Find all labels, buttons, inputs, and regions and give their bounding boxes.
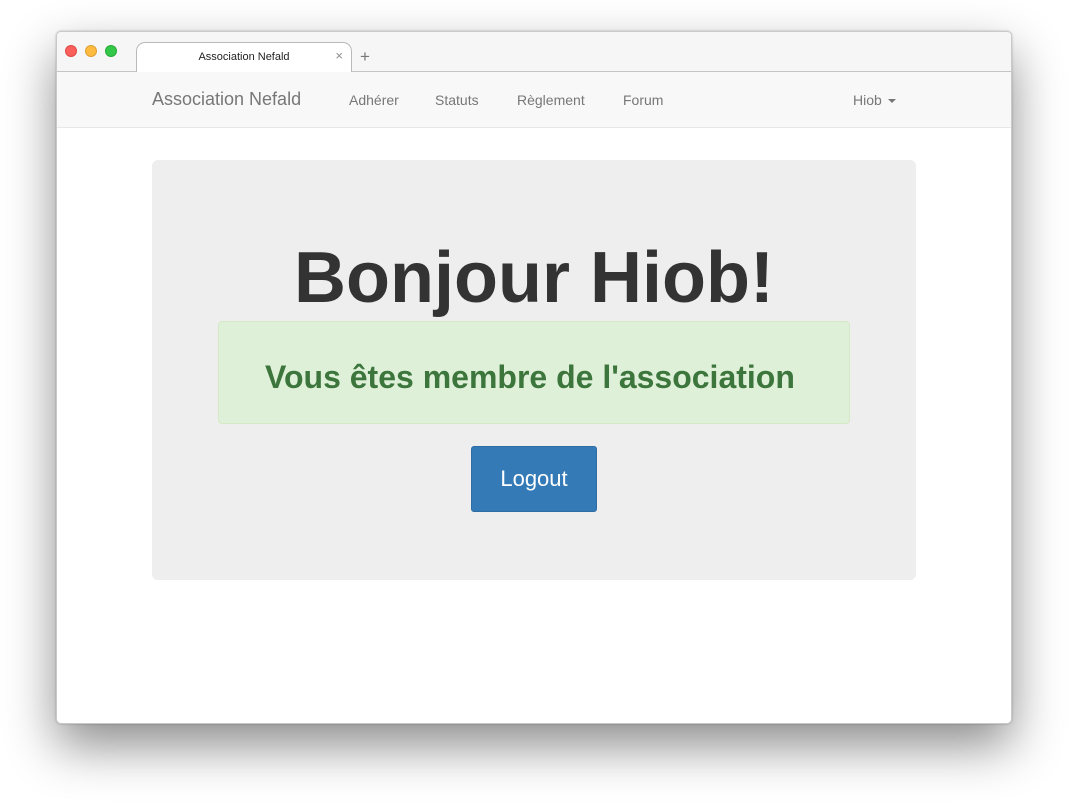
- nav-link-forum[interactable]: Forum: [623, 92, 663, 108]
- membership-alert: Vous êtes membre de l'association: [218, 321, 850, 424]
- close-window-button[interactable]: [65, 45, 77, 57]
- maximize-window-button[interactable]: [105, 45, 117, 57]
- jumbotron: Bonjour Hiob! Vous êtes membre de l'asso…: [152, 160, 916, 580]
- browser-tab[interactable]: Association Nefald ×: [136, 42, 352, 73]
- caret-down-icon: [887, 99, 896, 104]
- user-menu-dropdown[interactable]: Hiob: [853, 92, 896, 108]
- minimize-window-button[interactable]: [85, 45, 97, 57]
- nav-link-adherer[interactable]: Adhérer: [349, 92, 399, 108]
- user-menu-label: Hiob: [853, 92, 882, 108]
- navbar: Association Nefald Adhérer Statuts Règle…: [57, 72, 1011, 128]
- navbar-brand[interactable]: Association Nefald: [152, 89, 301, 110]
- logout-button[interactable]: Logout: [471, 446, 597, 512]
- tab-title: Association Nefald: [198, 51, 290, 63]
- tab-close-icon[interactable]: ×: [335, 48, 343, 63]
- browser-titlebar: Association Nefald × +: [57, 32, 1011, 73]
- nav-link-statuts[interactable]: Statuts: [435, 92, 479, 108]
- browser-window: Association Nefald × + Association Nefal…: [56, 31, 1012, 724]
- membership-status-text: Vous êtes membre de l'association: [265, 359, 795, 395]
- greeting-heading: Bonjour Hiob!: [294, 238, 774, 318]
- nav-link-reglement[interactable]: Règlement: [517, 92, 585, 108]
- new-tab-icon[interactable]: +: [360, 48, 370, 65]
